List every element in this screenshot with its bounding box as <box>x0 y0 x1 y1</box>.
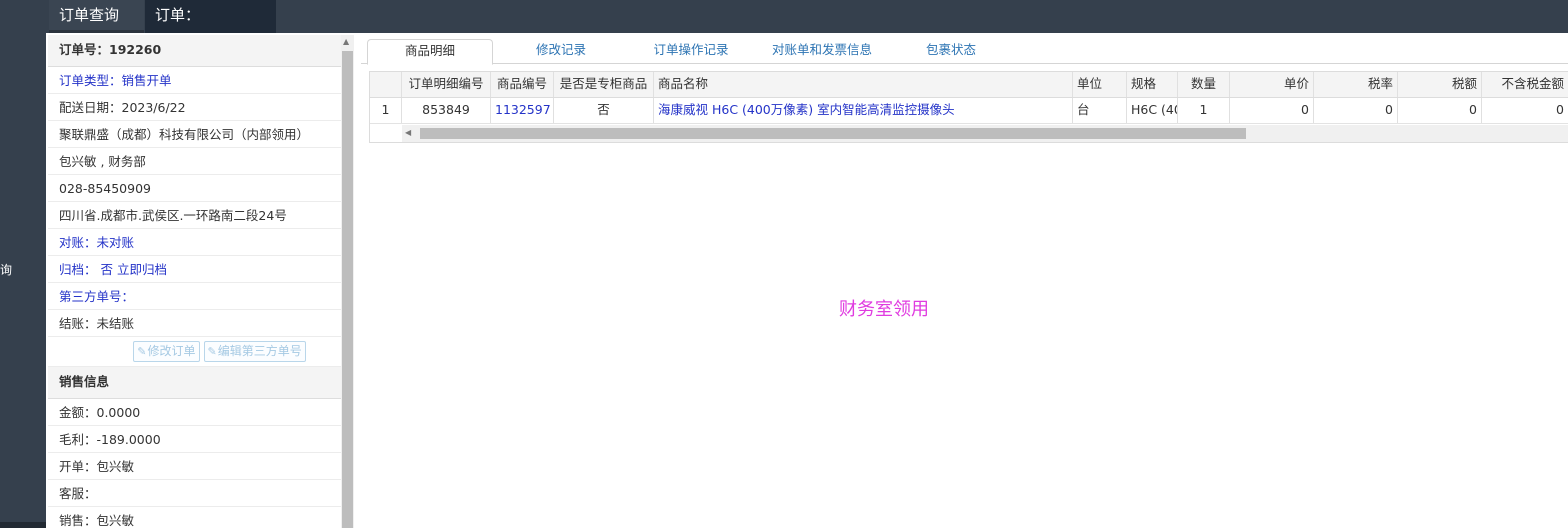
issuer: 开单：包兴敏 <box>48 453 341 480</box>
order-number-title: 订单号：192260 <box>48 35 341 67</box>
cell-tax-rate: 0 <box>1314 98 1398 123</box>
table-row[interactable]: 1 853849 1132597 否 海康威视 H6C (400万像素) 室内智… <box>370 98 1568 124</box>
order-actions: ✎修改订单 ✎编辑第三方单号 <box>48 337 341 367</box>
third-party-number[interactable]: 第三方单号： <box>48 283 341 310</box>
column-header[interactable]: 规格 <box>1127 72 1178 97</box>
cell-spec: H6C (40 <box>1127 98 1178 123</box>
scroll-up-icon[interactable]: ▲ <box>343 37 349 46</box>
order-info-panel: 订单号：192260 订单类型：销售开单 配送日期：2023/6/22 聚联鼎盛… <box>48 35 341 528</box>
archive-status[interactable]: 归档： 否 立即归档 <box>48 256 341 283</box>
column-header[interactable]: 商品编号 <box>491 72 554 97</box>
cell-quantity: 1 <box>1178 98 1230 123</box>
cell-product-id-link[interactable]: 1132597 <box>491 98 554 123</box>
tab-order-detail[interactable]: 订单：192260✕ <box>145 0 276 55</box>
sidebar-footer <box>0 522 46 528</box>
scroll-left-icon[interactable]: ◀ <box>405 128 411 137</box>
column-header[interactable]: 订单明细编号 <box>402 72 491 97</box>
edit-order-label: 修改订单 <box>147 344 196 358</box>
column-header[interactable]: 单价 <box>1230 72 1314 97</box>
customer-service: 客服： <box>48 480 341 507</box>
edit-icon: ✎ <box>137 345 147 358</box>
order-remark: 财务室领用 <box>839 299 929 320</box>
column-header[interactable]: 商品名称 <box>654 72 1073 97</box>
sidebar-item-fragment[interactable]: 询 <box>0 261 12 278</box>
reconcile-status[interactable]: 对账：未对账 <box>48 229 341 256</box>
phone-number: 028-85450909 <box>48 175 341 202</box>
sales-amount: 金额：0.0000 <box>48 399 341 426</box>
sales-info-title: 销售信息 <box>48 367 341 399</box>
column-header[interactable]: 单位 <box>1073 72 1127 97</box>
tab-product-details[interactable]: 商品明细 <box>367 39 493 65</box>
scrollbar-thumb[interactable] <box>342 51 353 528</box>
tab-operation-log[interactable]: 订单操作记录 <box>631 39 751 64</box>
column-header[interactable]: 税率 <box>1314 72 1398 97</box>
customer-company: 聚联鼎盛（成都）科技有限公司（内部领用） <box>48 121 341 148</box>
cell-product-name-link[interactable]: 海康威视 H6C (400万像素) 室内智能高清监控摄像头 <box>654 98 1073 123</box>
cell-amount-excl-tax: 0 <box>1482 98 1568 123</box>
column-header[interactable]: 不含税金额 <box>1482 72 1568 97</box>
tab-order-query[interactable]: 订单查询✕ <box>49 0 144 55</box>
scrollbar-thumb[interactable] <box>420 128 1246 139</box>
edit-icon: ✎ <box>207 345 217 358</box>
tab-modify-log[interactable]: 修改记录 <box>511 39 611 64</box>
order-type[interactable]: 订单类型：销售开单 <box>48 67 341 94</box>
panel-scrollbar[interactable]: ▲ <box>341 35 354 528</box>
product-table: 订单明细编号 商品编号 是否是专柜商品 商品名称 单位 规格 数量 单价 税率 … <box>369 71 1568 143</box>
cell-tax-amount: 0 <box>1398 98 1482 123</box>
delivery-date: 配送日期：2023/6/22 <box>48 94 341 121</box>
contact-person: 包兴敏 , 财务部 <box>48 148 341 175</box>
tab-statement-invoice[interactable]: 对账单和发票信息 <box>757 39 887 64</box>
gross-profit: 毛利：-189.0000 <box>48 426 341 453</box>
address: 四川省.成都市.武侯区.一环路南二段24号 <box>48 202 341 229</box>
table-header: 订单明细编号 商品编号 是否是专柜商品 商品名称 单位 规格 数量 单价 税率 … <box>370 72 1568 98</box>
settlement-status: 结账：未结账 <box>48 310 341 337</box>
cell-unit-price: 0 <box>1230 98 1314 123</box>
edit-order-button[interactable]: ✎修改订单 <box>133 341 200 362</box>
tab-label: 订单查询 <box>59 6 120 24</box>
cell-unit: 台 <box>1073 98 1127 123</box>
nav-sidebar: 询 <box>0 33 46 528</box>
salesperson: 销售：包兴敏 <box>48 507 341 528</box>
column-header <box>370 72 402 97</box>
order-detail-main: 商品明细 修改记录 订单操作记录 对账单和发票信息 包裹状态 订单明细编号 商品… <box>361 35 1568 528</box>
row-number: 1 <box>370 98 402 123</box>
detail-tab-strip: 商品明细 修改记录 订单操作记录 对账单和发票信息 包裹状态 <box>361 35 1568 65</box>
cell-detail-id: 853849 <box>402 98 491 123</box>
column-header[interactable]: 税额 <box>1398 72 1482 97</box>
top-tab-bar: 订单查询✕ 订单：192260✕ <box>0 0 1568 55</box>
cell-counter-product: 否 <box>554 98 654 123</box>
column-header[interactable]: 数量 <box>1178 72 1230 97</box>
table-horizontal-scrollbar[interactable]: ◀ <box>402 125 1568 142</box>
edit-third-party-label: 编辑第三方单号 <box>217 344 302 358</box>
column-header[interactable]: 是否是专柜商品 <box>554 72 654 97</box>
edit-third-party-button[interactable]: ✎编辑第三方单号 <box>203 341 306 362</box>
tab-package-status[interactable]: 包裹状态 <box>906 39 996 64</box>
